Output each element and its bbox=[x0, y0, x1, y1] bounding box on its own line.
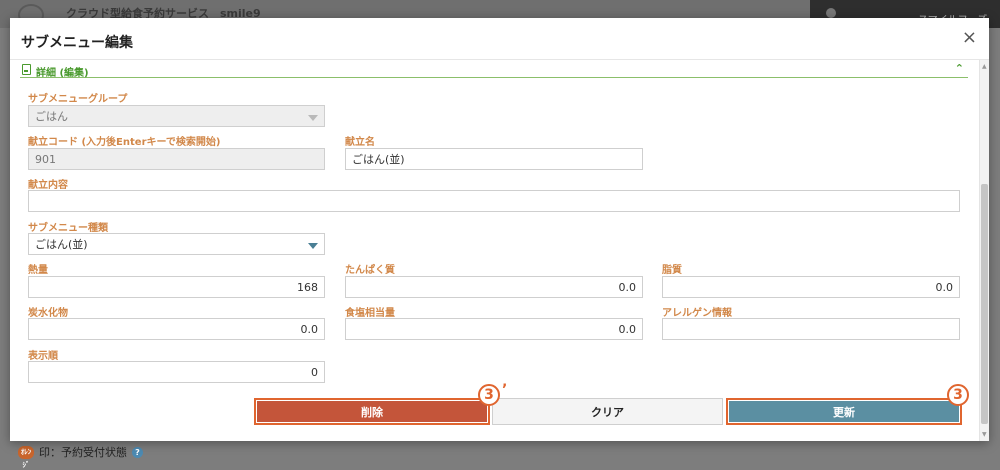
dialog-header: サブメニュー編集 × bbox=[10, 18, 989, 60]
legend-footer: ｵﾚﾝｼﾞ 印：予約受付状態 ? bbox=[18, 443, 143, 469]
carbs-value: 0.0 bbox=[300, 322, 319, 336]
salt-value: 0.0 bbox=[618, 322, 637, 336]
protein-value: 0.0 bbox=[618, 280, 637, 294]
allergy-label: アレルゲン情報 bbox=[662, 308, 732, 319]
submenu-type-value: ごはん(並) bbox=[35, 238, 88, 251]
menu-code-input: 901 bbox=[28, 148, 325, 170]
update-button[interactable]: 更新 bbox=[726, 398, 962, 425]
orange-badge-icon: ｵﾚﾝｼﾞ bbox=[18, 445, 34, 469]
callout-update: 3 bbox=[947, 384, 969, 406]
calories-label: 熱量 bbox=[28, 265, 48, 276]
submenu-type-select[interactable]: ごはん(並) bbox=[28, 233, 325, 255]
menu-code-label: 献立コード (入力後Enterキーで検索開始) bbox=[28, 137, 221, 148]
scrollbar-thumb[interactable] bbox=[981, 184, 988, 424]
submenu-group-value: ごはん bbox=[35, 110, 68, 123]
caret-down-icon bbox=[308, 243, 318, 249]
user-icon bbox=[826, 8, 836, 18]
chevron-up-icon[interactable]: ⌃ bbox=[955, 62, 964, 75]
menu-content-label: 献立内容 bbox=[28, 180, 68, 191]
display-order-input[interactable]: 0 bbox=[28, 361, 325, 383]
salt-label: 食塩相当量 bbox=[345, 308, 395, 319]
carbs-label: 炭水化物 bbox=[28, 308, 68, 319]
protein-input[interactable]: 0.0 bbox=[345, 276, 643, 298]
submenu-group-label: サブメニューグループ bbox=[28, 94, 128, 105]
menu-name-label: 献立名 bbox=[345, 137, 375, 148]
delete-button[interactable]: 削除 bbox=[254, 398, 490, 425]
submenu-type-label: サブメニュー種類 bbox=[28, 223, 108, 234]
submenu-group-select: ごはん bbox=[28, 105, 325, 127]
document-edit-icon bbox=[22, 64, 31, 75]
scroll-down-icon[interactable]: ▼ bbox=[982, 431, 987, 438]
salt-input[interactable]: 0.0 bbox=[345, 318, 643, 340]
help-icon[interactable]: ? bbox=[132, 446, 143, 458]
caret-down-icon bbox=[308, 115, 318, 121]
fat-label: 脂質 bbox=[662, 265, 682, 276]
callout-delete: 3 bbox=[478, 384, 500, 406]
display-order-value: 0 bbox=[311, 365, 318, 379]
legend-text: 印：予約受付状態 bbox=[39, 446, 127, 459]
fat-input[interactable]: 0.0 bbox=[662, 276, 960, 298]
close-icon[interactable]: × bbox=[962, 27, 977, 48]
display-order-label: 表示順 bbox=[28, 351, 58, 362]
scroll-up-icon[interactable]: ▲ bbox=[982, 63, 987, 70]
menu-content-input[interactable] bbox=[28, 190, 960, 212]
callout-delete-prime: ’ bbox=[502, 382, 508, 398]
carbs-input[interactable]: 0.0 bbox=[28, 318, 325, 340]
fat-value: 0.0 bbox=[935, 280, 954, 294]
protein-label: たんぱく質 bbox=[345, 265, 395, 276]
dialog-title: サブメニュー編集 bbox=[21, 35, 133, 51]
calories-value: 168 bbox=[297, 280, 318, 294]
menu-name-value: ごはん(並) bbox=[352, 153, 405, 166]
section-title: 詳細 (編集) bbox=[36, 68, 89, 79]
menu-code-value: 901 bbox=[35, 152, 56, 166]
clear-button[interactable]: クリア bbox=[492, 398, 723, 425]
calories-input[interactable]: 168 bbox=[28, 276, 325, 298]
dialog-scrollbar[interactable]: ▲ ▼ bbox=[979, 60, 989, 441]
allergy-input[interactable] bbox=[662, 318, 960, 340]
menu-name-input[interactable]: ごはん(並) bbox=[345, 148, 643, 170]
section-detail-edit[interactable]: 詳細 (編集) ⌃ bbox=[20, 62, 968, 79]
submenu-edit-dialog: サブメニュー編集 × ▲ ▼ 詳細 (編集) ⌃ サブメニューグループ ごはん … bbox=[10, 18, 989, 441]
